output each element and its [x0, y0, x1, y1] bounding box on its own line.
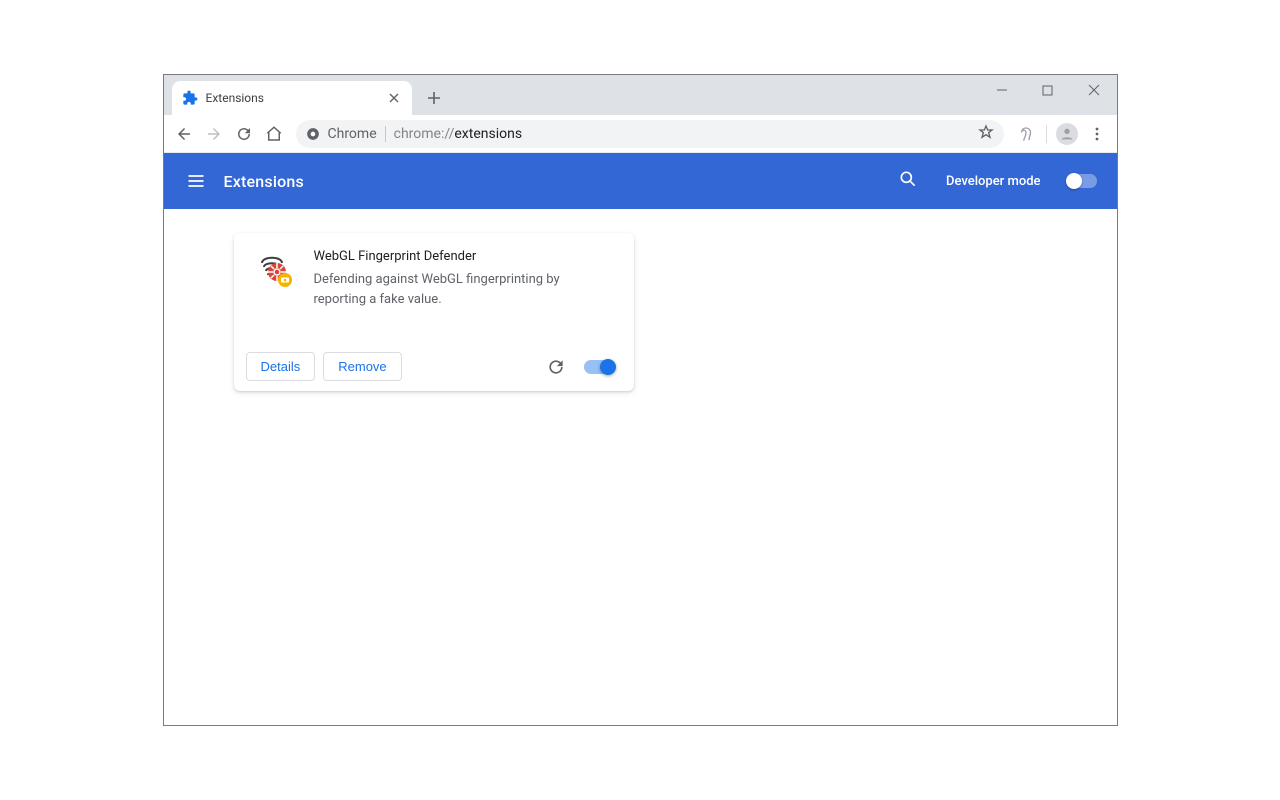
minimize-button[interactable] [979, 75, 1025, 105]
omnibox-security-label: Chrome [328, 126, 377, 142]
extension-name: WebGL Fingerprint Defender [314, 249, 614, 264]
forward-button[interactable] [200, 120, 228, 148]
home-button[interactable] [260, 120, 288, 148]
developer-mode-toggle[interactable] [1067, 174, 1097, 188]
extension-enable-toggle[interactable] [584, 360, 614, 374]
extensions-list: WebGL Fingerprint Defender Defending aga… [164, 209, 1117, 725]
window-controls [979, 75, 1117, 105]
puzzle-icon [182, 90, 198, 106]
details-button[interactable]: Details [246, 352, 316, 381]
browser-menu-button[interactable] [1083, 120, 1111, 148]
page-title: Extensions [224, 172, 304, 191]
omnibox-separator [385, 126, 386, 142]
extensions-appbar: Extensions Developer mode [164, 153, 1117, 209]
maximize-button[interactable] [1025, 75, 1071, 105]
reload-page-button[interactable] [230, 120, 258, 148]
bookmark-star-button[interactable] [978, 124, 994, 144]
omnibox-url: chrome://extensions [394, 126, 522, 142]
tab-strip: Extensions [164, 75, 1117, 115]
search-extensions-button[interactable] [898, 169, 918, 193]
new-tab-button[interactable] [420, 84, 448, 112]
profile-avatar-button[interactable] [1053, 120, 1081, 148]
back-button[interactable] [170, 120, 198, 148]
tab-title: Extensions [206, 91, 386, 105]
fingerprint-extension-icon[interactable] [1012, 120, 1040, 148]
close-window-button[interactable] [1071, 75, 1117, 105]
omnibox[interactable]: Chrome chrome://extensions [296, 120, 1004, 148]
extension-card: WebGL Fingerprint Defender Defending aga… [234, 233, 634, 391]
close-tab-button[interactable] [386, 90, 402, 106]
browser-toolbar: Chrome chrome://extensions [164, 115, 1117, 153]
developer-mode-label: Developer mode [946, 174, 1040, 189]
extension-description: Defending against WebGL fingerprinting b… [314, 270, 614, 309]
tab-extensions[interactable]: Extensions [172, 81, 412, 115]
browser-window: Extensions [163, 74, 1118, 726]
extension-icon [254, 249, 294, 289]
reload-extension-button[interactable] [542, 353, 570, 381]
chrome-icon [306, 127, 320, 141]
toolbar-separator [1046, 125, 1047, 143]
remove-button[interactable]: Remove [323, 352, 401, 381]
menu-button[interactable] [184, 169, 208, 193]
